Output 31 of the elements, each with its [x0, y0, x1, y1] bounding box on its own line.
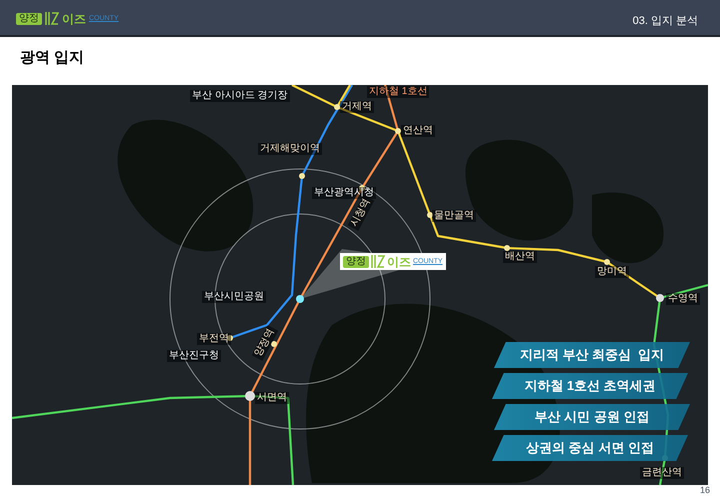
logo-badge: 양정	[16, 12, 42, 24]
station-label: 배산역	[503, 251, 537, 263]
callout-banner: 지리적 부산 최중심 입지	[494, 342, 690, 368]
place-label: 부산광역시청	[312, 187, 376, 199]
station-label: 금련산역	[640, 467, 684, 479]
logo-mark-icon	[45, 11, 59, 26]
station-label: 서면역	[255, 392, 289, 404]
place-label: 부산 아시아드 경기장	[190, 90, 290, 102]
station-label: 부전역	[197, 333, 231, 345]
logo-name: 이즈	[62, 12, 86, 26]
site-marker-icon	[296, 295, 304, 303]
transfer-station-icon	[656, 294, 664, 302]
callout-banner: 부산 시민 공원 인접	[494, 404, 690, 430]
logo-name: 이즈	[387, 254, 411, 268]
place-label: 부산시민공원	[202, 291, 266, 303]
callout-banner: 지하철 1호선 초역세권	[492, 373, 688, 399]
page-title: 광역 입지	[20, 48, 84, 68]
line-label: 지하철 1호선	[367, 86, 430, 98]
station-label: 연산역	[401, 125, 435, 137]
page-number: 16	[700, 485, 710, 496]
logo-mark-icon	[371, 254, 385, 269]
callout-banner: 상권의 중심 서면 인접	[492, 435, 688, 461]
station-label: 거제해맞이역	[258, 143, 322, 155]
transfer-station-icon	[245, 391, 255, 401]
station-label: 거제역	[340, 101, 374, 113]
logo-badge: 양정	[343, 256, 369, 268]
station-label: 망미역	[595, 266, 629, 278]
station-label: 물만골역	[432, 210, 476, 222]
station-label: 수영역	[666, 293, 700, 305]
place-label: 부산진구청	[167, 350, 221, 362]
section-title: 03. 입지 분석	[632, 14, 698, 28]
